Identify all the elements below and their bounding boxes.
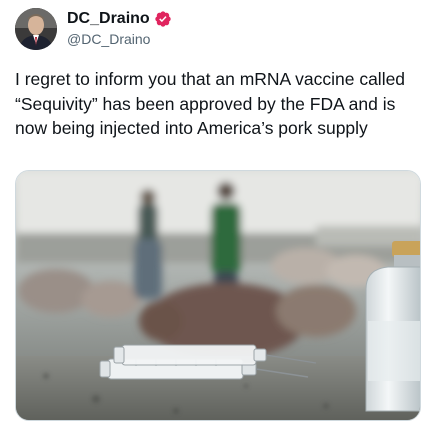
author-handle[interactable]: @DC_Draino bbox=[67, 31, 150, 47]
avatar-image bbox=[15, 8, 57, 50]
tweet-media-photo[interactable] bbox=[15, 170, 421, 421]
photo-syringe-vial-pig-barn bbox=[16, 171, 420, 420]
tweet-text: I regret to inform you that an mRNA vacc… bbox=[15, 69, 406, 138]
display-name[interactable]: DC_Draino bbox=[67, 10, 150, 28]
verified-badge-icon bbox=[154, 10, 172, 28]
author-name-row: DC_Draino bbox=[67, 10, 172, 28]
avatar[interactable] bbox=[15, 8, 57, 50]
tweet: DC_Draino @DC_Draino I regret to inform … bbox=[0, 0, 440, 428]
